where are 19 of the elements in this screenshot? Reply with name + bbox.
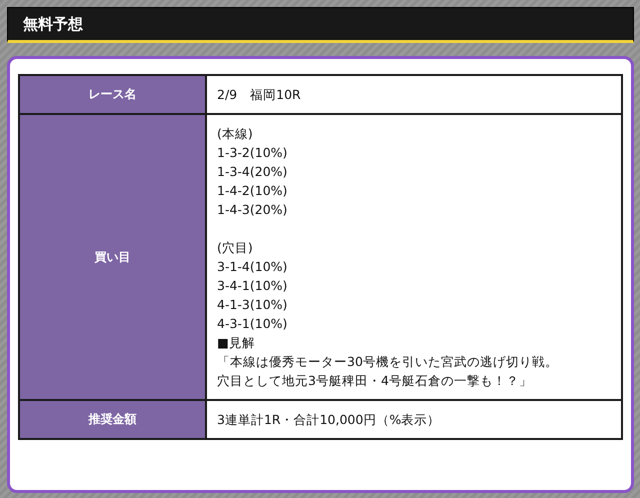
value-line: 1-4-3(20%) <box>217 201 288 219</box>
row-label: 買い目 <box>19 114 206 400</box>
value-line: 2/9 福岡10R <box>217 86 302 104</box>
value-line: (穴目) <box>217 239 254 257</box>
value-line: 1-4-2(10%) <box>217 182 288 200</box>
value-line: 1-3-4(20%) <box>217 163 288 181</box>
value-line: ■見解 <box>217 334 256 352</box>
value-line: 穴目として地元3号艇稗田・4号艇石倉の一撃も！？」 <box>217 372 533 390</box>
header-title: 無料予想 <box>23 14 83 34</box>
value-line: 4-3-1(10%) <box>217 315 288 333</box>
value-line: 「本線は優秀モーター30号機を引いた宮武の逃げ切り戦。 <box>217 353 559 371</box>
value-line: 3-4-1(10%) <box>217 277 288 295</box>
value-line: 1-3-2(10%) <box>217 144 288 162</box>
value-line: (本線) <box>217 125 254 143</box>
value-line: 3-1-4(10%) <box>217 258 288 276</box>
value-line: 3連単計1R・合計10,000円（%表示） <box>217 411 442 429</box>
value-line: 4-1-3(10%) <box>217 296 288 314</box>
row-label: レース名 <box>19 75 206 114</box>
row-label: 推奨金額 <box>19 400 206 439</box>
